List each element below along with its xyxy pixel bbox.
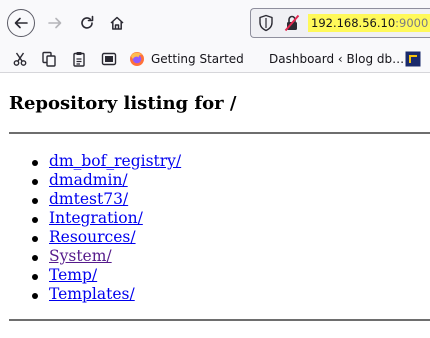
list-item: dmtest73/ [32, 190, 181, 209]
dvwa-icon [405, 51, 421, 67]
arrow-right-icon [48, 17, 62, 29]
forward-button[interactable] [41, 9, 69, 37]
home-button[interactable] [103, 9, 131, 37]
list-item: Temp/ [32, 266, 181, 285]
directory-link[interactable]: System/ [49, 247, 112, 265]
bookmark-cut[interactable] [12, 50, 28, 68]
list-item: System/ [32, 247, 181, 266]
list-item: Integration/ [32, 209, 181, 228]
directory-link[interactable]: Integration/ [49, 209, 143, 227]
directory-link[interactable]: Resources/ [49, 228, 136, 246]
list-item: dmadmin/ [32, 171, 181, 190]
firefox-icon [130, 52, 144, 66]
bookmark-getting-started[interactable]: Getting Started [129, 50, 244, 68]
reload-button[interactable] [73, 9, 101, 37]
url-text[interactable]: 192.168.56.10:9000 [308, 14, 430, 32]
arrow-left-icon [14, 17, 28, 29]
page-title: Repository listing for / [9, 93, 237, 114]
directory-link[interactable]: dm_bof_registry/ [49, 152, 181, 170]
url-host: 192.168.56.10 [311, 16, 396, 30]
directory-link[interactable]: Templates/ [49, 285, 135, 303]
tracking-protection-shield-icon[interactable] [258, 14, 274, 36]
copy-icon [42, 51, 56, 67]
bookmark-paste[interactable] [71, 50, 87, 68]
address-bar[interactable]: 192.168.56.10:9000 [250, 8, 430, 38]
screenshot-icon [101, 52, 117, 66]
bookmarks-toolbar: Getting Started Dashboard ‹ Blog db… [0, 46, 430, 73]
divider [9, 132, 430, 134]
bookmark-copy[interactable] [41, 50, 57, 68]
back-button[interactable] [7, 9, 35, 37]
bookmark-label: Dashboard ‹ Blog db… [269, 52, 405, 66]
list-item: Resources/ [32, 228, 181, 247]
insecure-connection-icon[interactable] [284, 14, 300, 36]
bookmark-dashboard-blog[interactable]: Dashboard ‹ Blog db… [263, 50, 404, 68]
directory-link[interactable]: dmtest73/ [49, 190, 128, 208]
bookmark-screenshot[interactable] [101, 50, 117, 68]
list-item: Templates/ [32, 285, 181, 304]
list-item: dm_bof_registry/ [32, 152, 181, 171]
repository-list: dm_bof_registry/ dmadmin/ dmtest73/ Inte… [32, 152, 181, 304]
reload-icon [81, 15, 94, 29]
directory-link[interactable]: Temp/ [49, 266, 97, 284]
bookmark-label: Getting Started [151, 52, 244, 66]
browser-toolbar: 192.168.56.10:9000 [0, 0, 430, 46]
home-icon [110, 16, 124, 30]
directory-link[interactable]: dmadmin/ [49, 171, 128, 189]
url-port: :9000 [395, 16, 429, 30]
page-content: Repository listing for / dm_bof_registry… [0, 73, 430, 338]
divider [9, 319, 430, 321]
bookmark-dvwa[interactable] [405, 50, 421, 68]
paste-icon [73, 52, 85, 67]
cut-icon [13, 52, 27, 66]
